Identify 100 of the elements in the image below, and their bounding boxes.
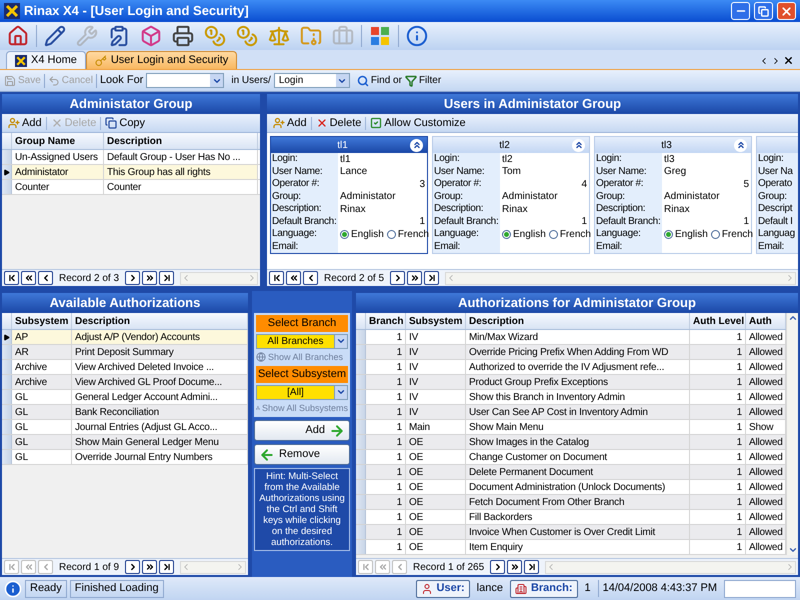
vertical-scrollbar[interactable]	[786, 313, 798, 555]
first-record-button[interactable]	[4, 271, 19, 285]
previous-page-button[interactable]	[286, 271, 301, 285]
branch-dropdown[interactable]: All Branches	[256, 334, 348, 348]
card-header[interactable]: tl3	[595, 137, 751, 153]
field-value: 3	[419, 178, 425, 192]
card-header[interactable]: tl1	[271, 137, 427, 153]
column-header[interactable]: Subsystem	[406, 313, 466, 329]
subsystem-dropdown[interactable]: [All]	[256, 384, 348, 400]
table-cell: This Group has all rights	[104, 165, 258, 179]
table-cell: 1	[690, 435, 746, 449]
column-header[interactable]: Description	[466, 313, 690, 329]
user-card[interactable]: Login: User Na Operato Group: Descript Default I Languag Email:	[756, 136, 798, 254]
key-icon	[94, 54, 107, 66]
previous-record-button[interactable]	[38, 271, 53, 285]
table-cell: Bank Reconciliation	[72, 405, 248, 419]
collapse-button[interactable]	[572, 138, 585, 152]
add-button[interactable]: Add	[254, 420, 350, 441]
next-record-button[interactable]	[490, 560, 506, 574]
add-user-icon	[273, 117, 285, 129]
last-record-button[interactable]	[159, 271, 174, 285]
status-ready: Ready	[25, 580, 67, 598]
copy-button[interactable]: Copy	[103, 114, 148, 132]
document-tab[interactable]: User Login and Security	[86, 51, 238, 69]
next-record-button[interactable]	[125, 271, 140, 285]
table-cell: View Archived Deleted Invoice ...	[72, 360, 248, 374]
radio-button[interactable]	[548, 230, 558, 239]
next-record-button[interactable]	[125, 560, 140, 574]
remove-button[interactable]: Remove	[254, 444, 350, 465]
horizontal-scrollbar[interactable]	[180, 272, 258, 284]
field-label: User Name:	[433, 166, 500, 178]
find-button[interactable]: Find or	[356, 73, 402, 88]
next-page-icon	[510, 562, 520, 572]
previous-record-button[interactable]	[303, 271, 318, 285]
table-cell: 1	[366, 375, 406, 389]
field-dropdown[interactable]: Login	[274, 73, 350, 88]
field-label: Languag	[757, 228, 798, 240]
column-header[interactable]: Branch	[366, 313, 406, 329]
previous-page-button[interactable]	[21, 271, 36, 285]
first-record-button[interactable]	[269, 271, 284, 285]
copy-icon	[105, 117, 118, 129]
last-record-button[interactable]	[424, 271, 440, 285]
next-page-icon	[410, 273, 420, 283]
radio-button[interactable]	[710, 230, 720, 239]
field-label: Operator #:	[595, 178, 662, 190]
radio-button[interactable]	[386, 230, 396, 239]
delete-button[interactable]: Delete	[314, 114, 364, 132]
table-cell: OE	[406, 435, 466, 449]
add-button[interactable]: Add	[271, 114, 309, 132]
field-value: 1	[581, 215, 587, 230]
next-page-button[interactable]	[507, 560, 522, 574]
search-input[interactable]	[146, 73, 224, 88]
horizontal-scrollbar[interactable]	[545, 560, 796, 574]
next-page-button[interactable]	[142, 271, 158, 285]
next-page-icon	[144, 562, 155, 572]
next-page-button[interactable]	[142, 560, 158, 574]
minimize-button[interactable]	[731, 2, 750, 20]
document-tab[interactable]: X4 Home	[6, 51, 86, 69]
card-header[interactable]: tl2	[433, 137, 589, 153]
next-page-button[interactable]	[407, 271, 422, 285]
radio-button[interactable]	[340, 230, 349, 239]
table-cell: Counter	[12, 180, 104, 194]
table-cell: 1	[690, 375, 746, 389]
radio-button[interactable]	[502, 230, 511, 239]
close-button[interactable]	[777, 2, 796, 20]
table-cell: OE	[406, 525, 466, 539]
status-panel	[724, 580, 796, 598]
next-page-icon	[144, 273, 155, 283]
row-selector[interactable]	[2, 165, 12, 179]
field-label: Operato	[757, 178, 798, 190]
close-tab-button[interactable]	[783, 55, 794, 66]
last-record-button[interactable]	[159, 560, 174, 574]
column-header[interactable]: Group Name	[12, 133, 104, 149]
column-header[interactable]: Subsystem	[12, 313, 72, 329]
user-button[interactable]: User:	[416, 580, 470, 598]
horizontal-scrollbar[interactable]	[180, 560, 246, 574]
row-selector[interactable]	[2, 330, 12, 344]
user-card[interactable]: tl3 Login: tl3 User Name: Greg Operator #: 5 Group: Administator Description: Rinax Default Branch: 1 Language: English French Email:	[594, 136, 752, 254]
last-record-icon	[426, 273, 437, 283]
user-card[interactable]: tl2 Login: tl2 User Name: Tom Operator #: 4 Group: Administator Description: Rinax Default Branch: 1 Language: English French Email:	[432, 136, 590, 254]
funnel-icon	[404, 74, 417, 86]
next-record-button[interactable]	[390, 271, 406, 285]
column-header[interactable]: Description	[104, 133, 258, 149]
radio-button[interactable]	[664, 230, 673, 239]
column-header[interactable]: Auth Level	[690, 313, 746, 329]
restore-button[interactable]	[754, 2, 773, 20]
column-header[interactable]: Description	[72, 313, 248, 329]
collapse-button[interactable]	[734, 138, 747, 152]
last-record-button[interactable]	[524, 560, 540, 574]
horizontal-scrollbar[interactable]	[445, 272, 796, 284]
customize-button[interactable]: Allow Customize	[368, 114, 468, 132]
collapse-button[interactable]	[410, 138, 423, 152]
checkbox-icon	[370, 117, 382, 129]
branch-button[interactable]: Branch:	[510, 580, 578, 598]
radio-label: English	[513, 228, 546, 242]
previous-page-icon	[378, 562, 388, 572]
add-button[interactable]: Add	[6, 114, 44, 132]
table-cell: GL	[12, 390, 72, 404]
filter-button[interactable]: Filter	[404, 73, 442, 88]
table-cell: OE	[406, 465, 466, 479]
